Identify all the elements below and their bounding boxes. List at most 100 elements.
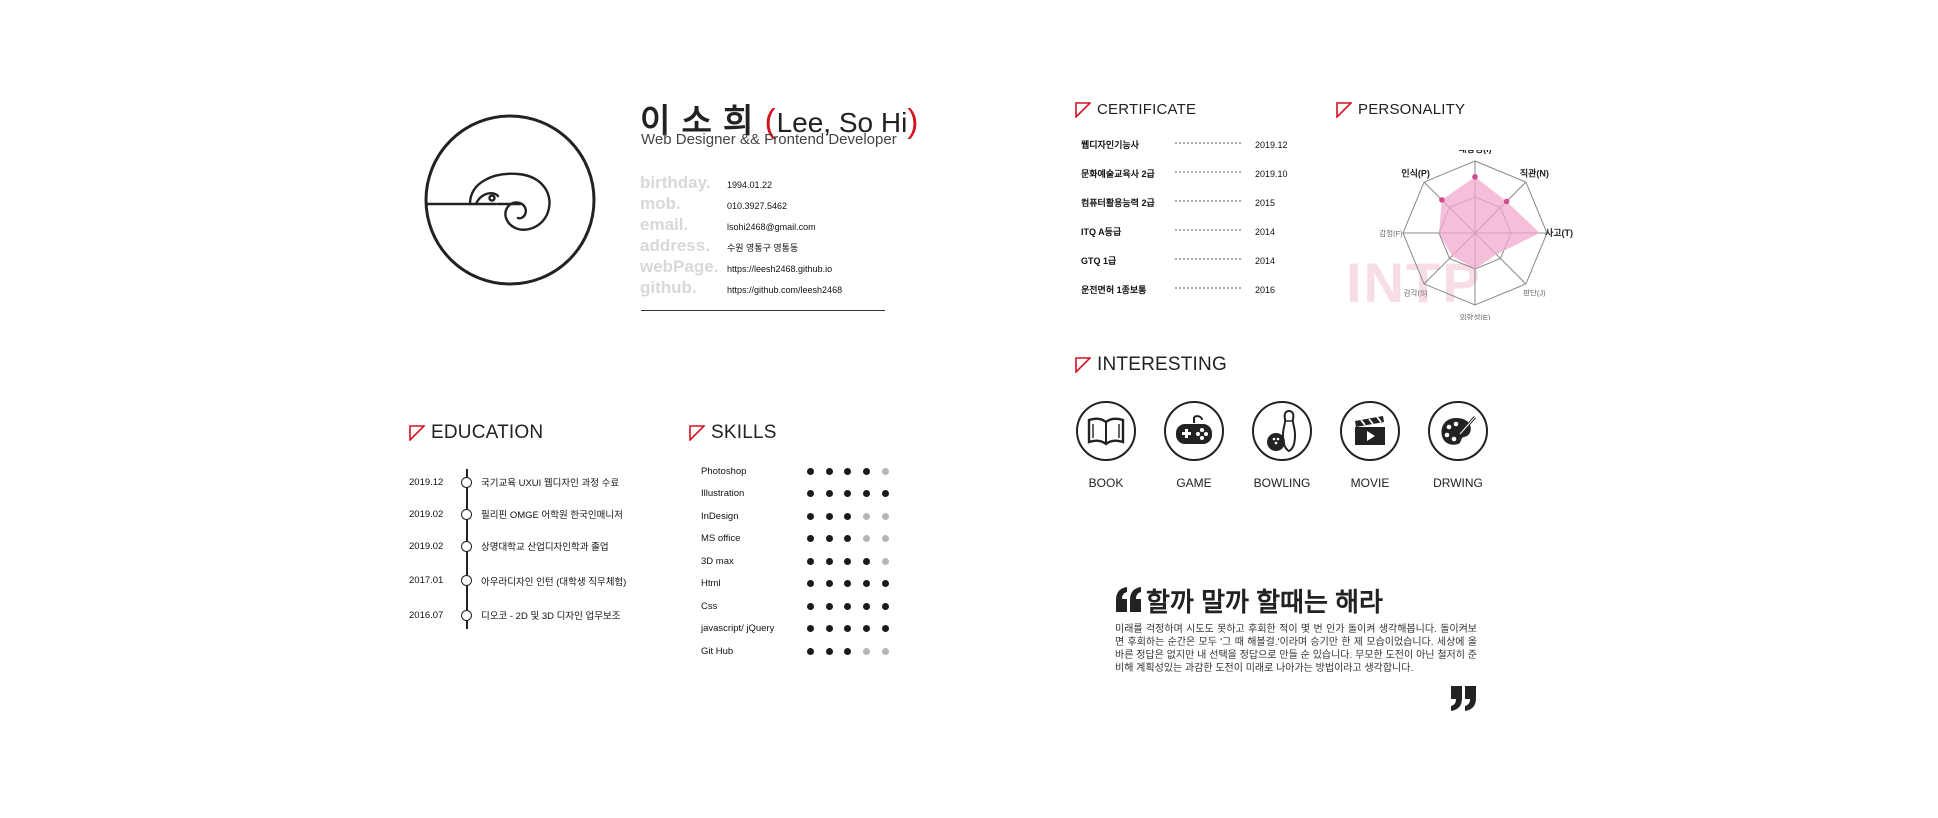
interest-label: GAME <box>1176 476 1212 490</box>
skill-name: Illustration <box>701 488 745 500</box>
skill-dot-filled <box>825 512 833 520</box>
skill-dot-filled <box>863 625 871 633</box>
skill-dot-filled <box>863 602 871 610</box>
radar-value-point <box>1503 198 1510 205</box>
skill-dot-filled <box>881 602 889 610</box>
skill-name: javascript/ jQuery <box>701 623 775 635</box>
skill-dot-empty <box>863 535 871 543</box>
list-item: 2019.12 국기교육 UXUI 웹디자인 과정 수료 <box>409 466 626 498</box>
profile-labels: birthday. mob. email. address. webPage. … <box>640 172 718 298</box>
book-icon <box>1087 417 1125 446</box>
skill-dot-filled <box>807 647 814 655</box>
skill-dot-filled <box>844 490 852 498</box>
interest-bowling: BOWLING <box>1249 401 1315 490</box>
interest-game: GAME <box>1161 401 1227 490</box>
bowling-icon <box>1267 409 1297 453</box>
timeline-node <box>461 476 472 488</box>
skill-dot-filled <box>825 602 833 610</box>
cert-leader <box>1175 228 1241 231</box>
palette-icon <box>1441 416 1477 445</box>
edu-date: 2019.02 <box>409 540 444 552</box>
flag-icon <box>1075 357 1091 373</box>
cert-year: 2015 <box>1255 197 1276 208</box>
skill-dot-filled <box>825 625 833 633</box>
skill-dot-empty <box>881 557 889 565</box>
value-webpage[interactable]: https://leesh2468.github.io <box>727 259 842 280</box>
label-github: github. <box>640 278 697 297</box>
profile-role: Web Designer && Frontend Developer <box>641 131 897 148</box>
certificate-list: 웹디자인기능사 2019.12 문화예술교육사 2급 2019.10 컴퓨터활용능력… <box>1081 130 1291 304</box>
interest-movie: MOVIE <box>1337 401 1403 490</box>
radar-value-point <box>1439 197 1445 203</box>
gamepad-icon <box>1176 415 1212 444</box>
skill-dot-filled <box>863 557 871 565</box>
cert-year: 2019.10 <box>1255 168 1288 179</box>
skill-dot-filled <box>807 512 814 520</box>
value-address: 수원 영통구 영통동 <box>727 243 799 253</box>
certificate-title: CERTIFICATE <box>1097 101 1197 118</box>
chameleon-icon <box>424 114 596 286</box>
skill-dot-empty <box>863 647 871 655</box>
edu-text: 필리핀 OMGE 어학원 한국인매니저 <box>481 510 623 521</box>
cert-name: GTQ 1급 <box>1081 256 1117 266</box>
skill-row: Git Hub <box>701 640 900 663</box>
cert-leader <box>1175 257 1241 260</box>
interest-label: BOOK <box>1088 476 1124 490</box>
cert-year: 2019.12 <box>1255 139 1288 150</box>
skill-name: Css <box>701 600 718 612</box>
cert-name: ITQ A등급 <box>1081 227 1122 237</box>
edu-text: 국기교육 UXUI 웹디자인 과정 수료 <box>481 478 620 489</box>
radar-axis-label: 내향성(I) <box>1458 150 1491 154</box>
timeline-node <box>461 508 472 520</box>
list-item: 웹디자인기능사 2019.12 <box>1081 130 1291 159</box>
paren-close: ) <box>907 102 920 139</box>
interest-book: BOOK <box>1073 401 1139 490</box>
radar-axis-label: 감각(S) <box>1404 287 1428 297</box>
interest-circle <box>1164 401 1224 461</box>
list-item: 2017.01 아우라디자인 인턴 (대학생 직무체험) <box>409 562 626 599</box>
radar-axis-label: 감정(F) <box>1379 228 1403 238</box>
skill-dot-filled <box>863 467 871 475</box>
skill-dot-filled <box>863 490 871 498</box>
radar-axis-label: 직관(N) <box>1520 168 1549 179</box>
skill-name: InDesign <box>701 510 739 522</box>
value-email[interactable]: lsohi2468@gmail.com <box>727 217 842 238</box>
cert-name: 웹디자인기능사 <box>1081 140 1139 150</box>
list-item: 문화예술교육사 2급 2019.10 <box>1081 159 1291 188</box>
radar-axis-label: 인식(P) <box>1401 168 1430 179</box>
skill-dot-filled <box>844 625 852 633</box>
education-heading: EDUCATION <box>409 422 543 444</box>
edu-text: 아우라디자인 인턴 (대학생 직무체험) <box>481 576 627 588</box>
personality-radar-chart: 내향성(I) 직관(N) 사고(T) 판단(J) 외향성(E) 감각(S) 감정(F) 인식(… <box>1379 150 1573 320</box>
label-email: email. <box>640 215 689 234</box>
skill-row: Css <box>701 595 900 618</box>
skill-dot-filled <box>807 580 814 588</box>
skill-dot-filled <box>825 467 833 475</box>
quote-close-icon <box>1451 686 1476 711</box>
cert-year: 2014 <box>1255 255 1276 266</box>
skill-dot-filled <box>807 602 814 610</box>
skill-dot-filled <box>825 557 833 565</box>
cert-leader <box>1175 141 1241 144</box>
edu-text: 디오코 - 2D 및 3D 디자인 업무보조 <box>481 611 621 622</box>
value-github[interactable]: https://github.com/leesh2468 <box>727 280 842 301</box>
timeline-node <box>461 609 472 621</box>
skill-dot-filled <box>825 647 833 655</box>
skill-dot-filled <box>807 535 814 543</box>
skill-dot-filled <box>807 557 814 565</box>
cert-name: 문화예술교육사 2급 <box>1081 169 1155 179</box>
clapperboard-icon <box>1355 416 1385 445</box>
list-item: 2019.02 상명대학교 산업디자인학과 졸업 <box>409 530 626 562</box>
flag-icon <box>689 425 705 441</box>
radar-axis-label: 사고(T) <box>1545 227 1573 238</box>
personality-title: PERSONALITY <box>1358 101 1466 118</box>
skill-dot-filled <box>844 467 852 475</box>
radar-value-area <box>1439 176 1540 269</box>
profile-logo <box>424 114 596 286</box>
cert-name: 운전면허 1종보통 <box>1081 285 1147 295</box>
quote-body: 미래를 걱정하며 시도도 못하고 후회한 적이 몇 번 인가 돌이켜 생각해봅니… <box>1115 624 1477 674</box>
interest-label: MOVIE <box>1350 476 1390 490</box>
skill-dot-filled <box>881 490 889 498</box>
cert-name: 컴퓨터활용능력 2급 <box>1081 198 1155 208</box>
skill-dot-filled <box>825 535 833 543</box>
